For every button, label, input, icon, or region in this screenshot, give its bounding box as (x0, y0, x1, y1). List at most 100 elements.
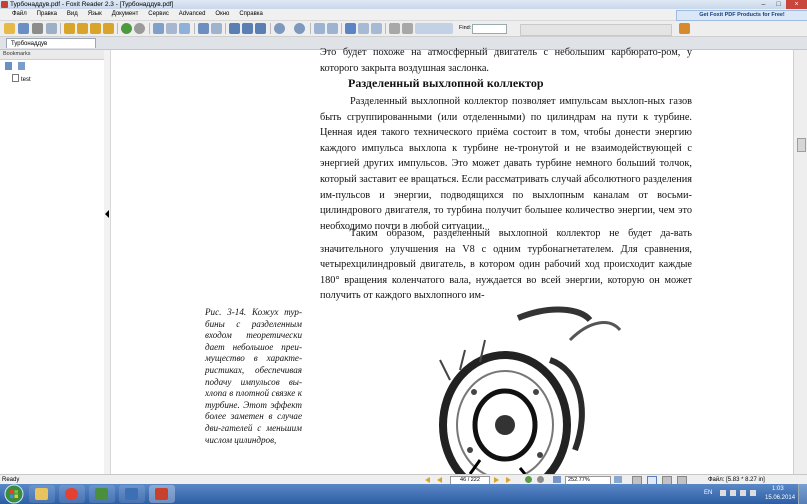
rotate-icon[interactable] (345, 23, 356, 34)
foxit-app-icon (1, 1, 8, 8)
collapse-arrow-icon[interactable] (105, 210, 109, 218)
bookmarks-title: Bookmarks (0, 50, 107, 60)
foxit-icon (155, 488, 168, 500)
search-web-icon[interactable] (415, 23, 453, 34)
back-icon[interactable] (121, 23, 132, 34)
comment-icon[interactable] (389, 23, 400, 34)
taskbar-explorer[interactable] (29, 485, 55, 503)
app-icon (125, 488, 138, 500)
new-bookmark-icon[interactable] (18, 62, 25, 70)
paragraph-top: Это будет похоже на атмосферный двигател… (320, 47, 692, 74)
clock-date[interactable]: 15.06.2014 (765, 495, 795, 501)
rotate-icon[interactable] (358, 23, 369, 34)
toolbar-separator (194, 23, 195, 34)
menu-file[interactable]: Файл (8, 9, 31, 20)
menu-advanced[interactable]: Advanced (175, 9, 210, 20)
actual-size-icon[interactable] (255, 23, 266, 34)
taskbar: EN 1:03 15.06.2014 (0, 484, 807, 504)
turbine-photo (439, 306, 622, 474)
last-page-icon[interactable] (103, 23, 114, 34)
toolbar-separator (385, 23, 386, 34)
toolbar-separator (310, 23, 311, 34)
toolbar-separator (225, 23, 226, 34)
last-page-button[interactable] (506, 477, 511, 483)
bookmark-item[interactable]: test (12, 74, 31, 84)
delete-bookmark-icon[interactable] (5, 62, 12, 70)
figure-caption: Рис. 3-14. Кожух тур-бины с разделенным … (205, 307, 302, 445)
app-icon (95, 488, 108, 500)
snapshot-icon[interactable] (179, 23, 190, 34)
window-title: Турбонаддув.pdf - Foxit Reader 2.3 - [Ту… (10, 1, 174, 8)
menu-language[interactable]: Язык (84, 9, 106, 20)
find-label: Find: (459, 25, 472, 31)
view-icon[interactable] (327, 23, 338, 34)
zoom-status-icon[interactable] (553, 476, 561, 483)
prev-page-icon[interactable] (77, 23, 88, 34)
menu-view[interactable]: Вид (63, 9, 82, 20)
start-button-icon[interactable] (2, 484, 26, 504)
network-icon[interactable] (740, 490, 746, 496)
taskbar-app[interactable] (119, 485, 145, 503)
print-icon[interactable] (32, 23, 43, 34)
zoom-in-icon[interactable] (294, 23, 305, 34)
forward-status-icon[interactable] (537, 476, 544, 483)
promo-link[interactable]: Get Foxit PDF Products for Free! (676, 10, 807, 21)
menu-window[interactable]: Окно (211, 9, 233, 20)
view-icon[interactable] (314, 23, 325, 34)
maximize-button[interactable]: □ (771, 0, 786, 9)
language-indicator[interactable]: EN (704, 490, 712, 496)
open-icon[interactable] (4, 23, 15, 34)
bookmark-icon[interactable] (679, 23, 690, 34)
email-icon[interactable] (46, 23, 57, 34)
first-page-button[interactable] (425, 477, 430, 483)
toolbar-separator (270, 23, 271, 34)
first-page-icon[interactable] (64, 23, 75, 34)
tab-turbonadduv[interactable]: Турбонаддув (6, 38, 96, 48)
tray-icon[interactable] (720, 490, 726, 496)
next-page-button[interactable] (494, 477, 499, 483)
zoom-icon[interactable] (198, 23, 209, 34)
scrollbar-thumb[interactable] (797, 138, 806, 152)
tray-icon[interactable] (730, 490, 736, 496)
next-page-icon[interactable] (90, 23, 101, 34)
show-desktop-button[interactable] (798, 484, 807, 504)
title-bar: Турбонаддув.pdf - Foxit Reader 2.3 - [Ту… (0, 0, 807, 9)
back-status-icon[interactable] (525, 476, 532, 483)
close-button[interactable]: × (786, 0, 807, 9)
menu-bar: Файл Правка Вид Язык Документ Сервис Adv… (0, 9, 807, 21)
menu-tools[interactable]: Сервис (144, 9, 173, 20)
bookmark-page-icon (12, 74, 19, 82)
select-text-icon[interactable] (166, 23, 177, 34)
paragraph-1: Разделенный выхлопной коллектор позволяе… (320, 96, 692, 232)
typewriter-icon[interactable] (371, 23, 382, 34)
vertical-scrollbar[interactable] (793, 50, 807, 474)
section-heading: Разделенный выхлопной коллектор (348, 76, 544, 90)
fit-width-icon[interactable] (242, 23, 253, 34)
bookmarks-panel: Bookmarks test (0, 50, 108, 474)
taskbar-app[interactable] (89, 485, 115, 503)
folder-icon (35, 488, 48, 500)
minimize-button[interactable]: – (756, 0, 771, 9)
taskbar-foxit-reader[interactable] (149, 485, 175, 503)
toolbar-separator (149, 23, 150, 34)
find-input[interactable] (472, 24, 507, 34)
prev-page-button[interactable] (437, 477, 442, 483)
taskbar-chrome[interactable] (59, 485, 85, 503)
bookmarks-toolbar (0, 60, 107, 72)
volume-icon[interactable] (750, 490, 756, 496)
comment-icon[interactable] (402, 23, 413, 34)
fit-page-icon[interactable] (229, 23, 240, 34)
clock-time[interactable]: 1:03 (772, 486, 784, 492)
toolbar-separator (117, 23, 118, 34)
menu-document[interactable]: Документ (108, 9, 143, 20)
toolbar-separator (60, 23, 61, 34)
menu-help[interactable]: Справка (235, 9, 267, 20)
chrome-icon (65, 488, 78, 500)
zoom-dropdown-icon[interactable] (211, 23, 222, 34)
menu-edit[interactable]: Правка (33, 9, 61, 20)
zoom-out-icon[interactable] (274, 23, 285, 34)
hand-tool-icon[interactable] (153, 23, 164, 34)
save-icon[interactable] (18, 23, 29, 34)
zoom-in-status-icon[interactable] (614, 476, 622, 483)
forward-icon[interactable] (134, 23, 145, 34)
